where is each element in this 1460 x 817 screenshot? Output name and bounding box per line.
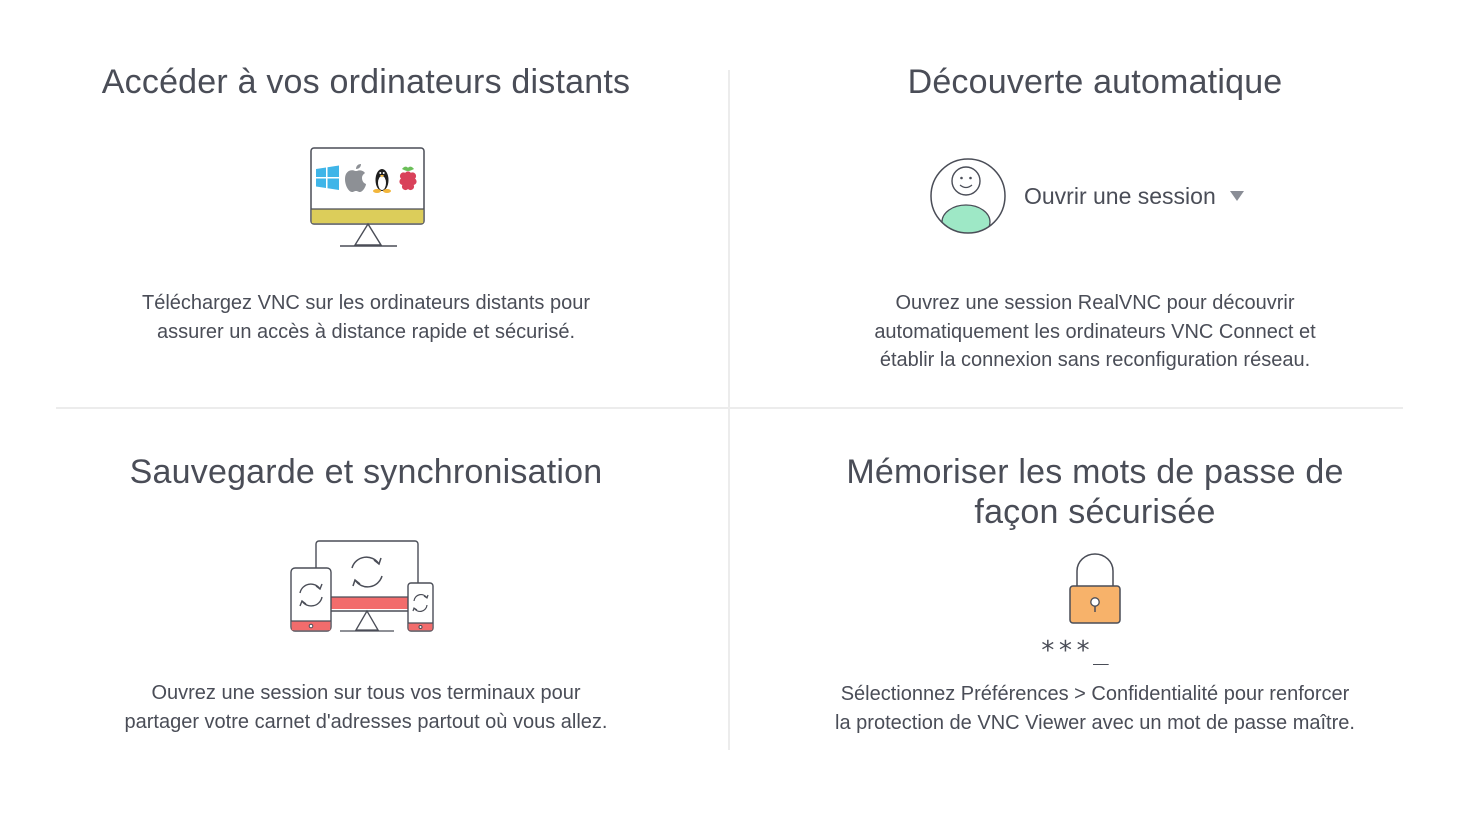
panel-title: Mémoriser les mots de passe de	[846, 453, 1344, 491]
panel-title: Découverte automatique	[907, 63, 1283, 101]
password-mask: ***_	[1040, 636, 1111, 666]
description-line: Sélectionnez Préférences > Confidentiali…	[840, 683, 1350, 705]
horizontal-divider	[56, 407, 1403, 409]
panel-sync-text: Ouvrez une session sur tous vos terminau…	[56, 679, 676, 736]
user-avatar-icon	[930, 158, 1006, 234]
panel-passwords: Mémoriser les mots de passe de façon séc…	[780, 452, 1410, 532]
description-line: Ouvrez une session sur tous vos terminau…	[151, 682, 581, 704]
vertical-divider	[728, 70, 730, 750]
panel-title: Accéder à vos ordinateurs distants	[101, 63, 631, 101]
description-line: automatiquement les ordinateurs VNC Conn…	[874, 320, 1316, 343]
description-line: Téléchargez VNC sur les ordinateurs dist…	[142, 292, 590, 314]
signin-dropdown[interactable]: Ouvrir une session	[928, 156, 1244, 236]
description-line: établir la connexion sans reconfiguratio…	[879, 349, 1311, 371]
signin-label: Ouvrir une session	[1024, 182, 1216, 209]
chevron-down-icon	[1229, 191, 1244, 201]
panel-title: façon sécurisée	[974, 493, 1216, 531]
panel-sync: Sauvegarde et synchronisation	[56, 452, 676, 492]
panel-discovery-text: Ouvrez une session RealVNC pour découvri…	[780, 289, 1410, 375]
description-line: partager votre carnet d'adresses partout…	[124, 710, 608, 733]
monitor-os-icon	[310, 147, 425, 247]
panel-title: Sauvegarde et synchronisation	[129, 453, 603, 491]
panel-remote-text: Téléchargez VNC sur les ordinateurs dist…	[56, 289, 676, 346]
panel-passwords-text: Sélectionnez Préférences > Confidentiali…	[780, 680, 1410, 737]
description-line: Ouvrez une session RealVNC pour découvri…	[895, 292, 1295, 314]
panel-remote-access: Accéder à vos ordinateurs distants	[56, 62, 676, 102]
description-line: assurer un accès à distance rapide et sé…	[157, 320, 575, 343]
description-line: la protection de VNC Viewer avec un mot …	[835, 711, 1355, 734]
padlock-icon	[1069, 553, 1121, 624]
devices-sync-icon	[290, 540, 434, 632]
panel-discovery: Découverte automatique	[780, 62, 1410, 102]
